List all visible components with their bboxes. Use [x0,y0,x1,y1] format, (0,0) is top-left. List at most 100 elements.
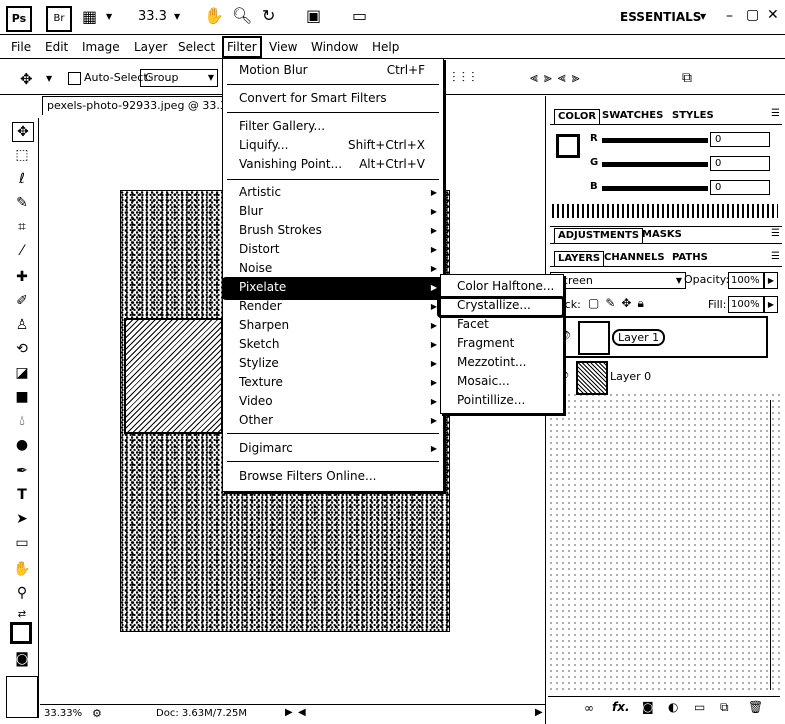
close-icon[interactable]: ✕ [767,7,779,23]
move-tool-icon[interactable]: ✥ [12,122,34,142]
submenu-item-mosaic[interactable]: Mosaic... [441,372,563,391]
eyedropper-tool-icon[interactable]: ⁄ [12,242,32,260]
menu-layer[interactable]: Layer [131,38,170,56]
opacity-arrow-icon[interactable]: ▶ [764,272,778,289]
adjustment-icon[interactable]: ◐ [668,700,678,714]
menu-item-convert-smart-filters[interactable]: Convert for Smart Filters [223,89,443,108]
maximize-icon[interactable]: ▢ [746,7,759,23]
path-select-tool-icon[interactable]: ➤ [12,510,32,528]
panel-menu-icon[interactable]: ☰ [771,251,780,262]
zoom-level-select[interactable]: 33.3 [138,9,167,24]
channel-r-value[interactable]: 0 [710,132,770,147]
menu-item-sketch[interactable]: Sketch ▶ [223,335,443,354]
gradient-tool-icon[interactable]: ■ [12,388,32,406]
history-brush-tool-icon[interactable]: ⟲ [12,340,32,358]
rotate-icon[interactable]: ↻ [262,8,275,24]
screen-mode-toggle[interactable] [6,676,38,718]
color-ramp[interactable] [552,204,778,218]
fill-arrow-icon[interactable]: ▶ [764,296,778,313]
menu-item-video[interactable]: Video ▶ [223,392,443,411]
menu-edit[interactable]: Edit [42,38,71,56]
healing-brush-tool-icon[interactable]: ✚ [12,268,32,286]
blend-mode-select[interactable]: Screen ▼ [550,272,686,289]
fx-icon[interactable]: fx. [612,700,630,714]
chevron-down-icon[interactable]: ▼ [106,12,112,21]
layers-scrollbar[interactable] [770,400,783,690]
panel-menu-icon[interactable]: ☰ [771,108,780,119]
menu-item-brush-strokes[interactable]: Brush Strokes ▶ [223,221,443,240]
menu-item-stylize[interactable]: Stylize ▶ [223,354,443,373]
menu-item-noise[interactable]: Noise ▶ [223,259,443,278]
tab-color[interactable]: COLOR [554,109,601,125]
menu-item-filter-gallery[interactable]: Filter Gallery... [223,117,443,136]
link-icon[interactable]: ∞ [584,701,594,715]
fill-input[interactable]: 100% [728,296,764,313]
marquee-tool-icon[interactable]: ⬚ [12,146,32,164]
quick-mask-icon[interactable]: ◙ [12,650,32,668]
menu-item-digimarc[interactable]: Digimarc ▶ [223,439,443,458]
stamp-tool-icon[interactable]: ♙ [12,316,32,334]
channel-g-slider[interactable] [602,162,708,167]
menu-help[interactable]: Help [369,38,402,56]
document-tab[interactable]: pexels-photo-92933.jpeg @ 33.3% [42,96,228,115]
workspace-switcher[interactable]: ESSENTIALS [620,10,701,24]
distribute-icons[interactable]: ⫷⫸⫷⫸ [530,70,586,86]
layer-name[interactable]: Layer 0 [610,370,651,383]
channel-g-value[interactable]: 0 [710,156,770,171]
zoom-tool-icon[interactable]: ⚲ [12,584,32,602]
tab-paths[interactable]: PATHS [672,251,708,265]
mask-icon[interactable]: ◙ [642,700,654,714]
auto-align-icon[interactable]: ⧉ [682,70,692,86]
eraser-tool-icon[interactable]: ◪ [12,364,32,382]
menu-item-artistic[interactable]: Artistic ▶ [223,183,443,202]
screen-mode-icon[interactable]: ▦ [82,9,97,25]
zoom-icon[interactable]: 🔍︎ [232,8,252,24]
hand-icon[interactable]: ✋ [204,8,224,24]
lock-icons[interactable]: ▢✎✥🔒︎ [588,296,650,311]
blur-tool-icon[interactable]: 💧︎ [12,412,32,430]
tab-masks[interactable]: MASKS [642,228,682,242]
menu-item-browse-filters-online[interactable]: Browse Filters Online... [223,467,443,486]
menu-view[interactable]: View [266,38,300,56]
menu-item-texture[interactable]: Texture ▶ [223,373,443,392]
quick-select-tool-icon[interactable]: ✎ [12,194,32,212]
chevron-down-icon[interactable]: ▼ [174,12,180,21]
status-zoom[interactable]: 33.33% [44,708,82,719]
dodge-tool-icon[interactable]: ● [12,436,32,454]
chevron-down-icon[interactable]: ▼ [700,12,706,21]
menu-item-motion-blur[interactable]: Motion Blur Ctrl+F [223,61,443,80]
menu-image[interactable]: Image [79,38,123,56]
pen-tool-icon[interactable]: ✒ [12,462,32,480]
menu-filter[interactable]: Filter [222,36,262,58]
channel-b-value[interactable]: 0 [710,180,770,195]
group-icon[interactable]: ▭ [694,700,705,714]
menu-select[interactable]: Select [175,38,218,56]
status-icon[interactable]: ⚙ [92,707,102,720]
channel-b-slider[interactable] [602,186,708,191]
chevron-down-icon[interactable]: ▼ [46,74,52,83]
menu-window[interactable]: Window [308,38,361,56]
lasso-tool-icon[interactable]: ℓ [12,170,32,188]
tab-styles[interactable]: STYLES [672,109,714,123]
submenu-item-color-halftone[interactable]: Color Halftone... [441,277,563,296]
shape-tool-icon[interactable]: ▭ [12,534,32,552]
minimize-icon[interactable]: – [726,8,733,24]
hand-tool-icon[interactable]: ✋ [12,560,32,578]
new-layer-icon[interactable]: ⧉ [720,700,729,715]
menu-item-sharpen[interactable]: Sharpen ▶ [223,316,443,335]
menu-item-vanishing-point[interactable]: Vanishing Point... Alt+Ctrl+V [223,155,443,174]
screen-icon[interactable]: ▭ [352,8,367,24]
submenu-item-pointillize[interactable]: Pointillize... [441,391,563,410]
opacity-input[interactable]: 100% [728,272,764,289]
auto-select-checkbox[interactable] [68,72,81,88]
panel-menu-icon[interactable]: ☰ [771,228,780,239]
arrange-icon[interactable]: ▣ [306,8,321,24]
tab-swatches[interactable]: SWATCHES [602,109,663,123]
bridge-button[interactable]: Br [46,6,72,32]
tab-layers[interactable]: LAYERS [554,251,605,267]
layer-name-edit[interactable]: Layer 1 [612,329,666,346]
menu-item-other[interactable]: Other ▶ [223,411,443,430]
align-icons[interactable]: ⫶⫶⫶ [452,70,481,86]
auto-select-dropdown[interactable]: Group ▼ [140,69,218,87]
foreground-color-swatch[interactable] [10,622,32,644]
